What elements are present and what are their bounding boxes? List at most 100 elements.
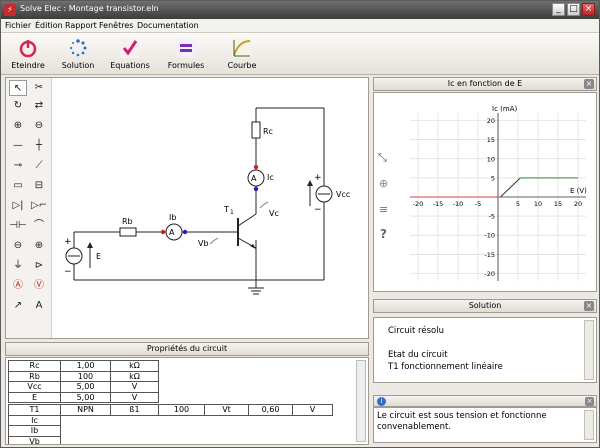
ic-vs-e-chart: -20 -15 -10 -5 5 10 15 20 20 15 10 5 -5 -10 -15 -20 Ic …	[410, 105, 587, 281]
flip-tool-icon[interactable]: ⇄	[30, 98, 48, 114]
circuit-canvas[interactable]: Rc A Ic Vc Vcc + − T 1 Rb A Ib Vb E + −	[52, 78, 368, 338]
status-message: Le circuit est sous tension et fonctionn…	[377, 411, 547, 432]
solution-header: Solution ×	[373, 299, 597, 313]
solution-line: Circuit résolu	[388, 326, 444, 336]
zoom-out-icon[interactable]: ⊖	[30, 118, 48, 134]
app-window: ⚡ Solve Elec : Montage transistor.eln _ …	[0, 0, 600, 448]
close-button[interactable]: ×	[582, 3, 595, 16]
switch-closed-icon[interactable]: ⊸	[9, 158, 27, 174]
table-row[interactable]: Rc 1,00 kΩ	[8, 360, 159, 372]
spinner-icon	[69, 39, 87, 57]
minimize-button[interactable]: _	[552, 3, 565, 16]
voltmeter-icon[interactable]: Ⓥ	[30, 278, 48, 294]
menu-fichier[interactable]: Fichier	[5, 21, 31, 30]
prop-value[interactable]: NPN	[60, 404, 111, 416]
x-tick-label: 10	[534, 200, 542, 208]
eteindre-button[interactable]: Eteindre	[3, 35, 53, 73]
prop-value[interactable]: 1,00	[60, 360, 111, 372]
ammeter-icon[interactable]: Ⓐ	[9, 278, 27, 294]
menu-bar: Fichier Édition Rapport Fenêtres Documen…	[1, 19, 599, 33]
e-plus: +	[64, 237, 72, 247]
coil-icon[interactable]: ⌒	[30, 218, 48, 234]
e-minus: −	[64, 267, 72, 277]
prop-param: ß1	[110, 404, 159, 416]
prop-value[interactable]: 5,00	[60, 391, 111, 403]
y-tick-label: -5	[489, 213, 495, 221]
menu-documentation[interactable]: Documentation	[137, 21, 199, 30]
node-tool-icon[interactable]: ┼	[30, 138, 48, 154]
graph-header: Ic en fonction de E ×	[373, 77, 597, 91]
close-solution-icon[interactable]: ×	[584, 301, 594, 311]
resistor-icon[interactable]: ▭	[9, 178, 27, 194]
vb-label: Vb	[198, 239, 209, 248]
graph-title: Ic en fonction de E	[447, 79, 523, 88]
prop-unit: kΩ	[110, 370, 159, 382]
y-tick-label: 10	[487, 155, 495, 163]
variable-resistor-icon[interactable]: ⊟	[30, 178, 48, 194]
transistor-icon[interactable]: ⊳	[30, 258, 48, 274]
zoom-in-icon[interactable]: ⊕	[9, 118, 27, 134]
title-bar: ⚡ Solve Elec : Montage transistor.eln _ …	[1, 1, 599, 19]
zener-diode-icon[interactable]: ▷⌐	[30, 198, 48, 214]
right-panels: Ic en fonction de E × ⤡ ⊕ ≡ ? -20 -15 -10-…	[373, 77, 597, 447]
formules-button[interactable]: Formules	[161, 35, 211, 73]
courbe-button[interactable]: Courbe	[217, 35, 267, 73]
rc-label: Rc	[263, 127, 273, 136]
voltage-arrow-icon[interactable]: ↗	[9, 298, 27, 314]
curve-icon	[232, 38, 252, 58]
app-logo-icon: ⚡	[4, 4, 16, 16]
message-panel: Le circuit est sous tension et fonctionn…	[373, 407, 597, 443]
solution-panel: Circuit résolu Etat du circuit T1 foncti…	[373, 317, 597, 383]
menu-edition[interactable]: Édition	[35, 21, 63, 30]
maximize-button[interactable]: □	[567, 3, 580, 16]
table-row[interactable]: Vcc 5,00 V	[8, 381, 159, 393]
voltage-source-icon[interactable]: ⊖	[9, 238, 27, 254]
add-curve-icon[interactable]: ⊕	[379, 177, 388, 190]
table-row[interactable]: Vb	[8, 435, 333, 444]
table-row[interactable]: Rb 100 kΩ	[8, 370, 159, 382]
vcc-minus: −	[314, 205, 322, 215]
close-graph-icon[interactable]: ×	[584, 79, 594, 89]
switch-open-icon[interactable]: ⟋	[30, 158, 48, 174]
e-label: E	[96, 252, 101, 261]
legend-icon[interactable]: ≡	[379, 203, 388, 216]
current-arrow-icon[interactable]: A	[30, 298, 48, 314]
circuit-panel: ↖ ✂ ↻ ⇄ ⊕ ⊖ — ┼ ⊸ ⟋ ▭ ⊟ ▷| ▷⌐ ⊣⊢ ⌒ ⊖ ⊕ ⏚…	[5, 77, 369, 339]
prop-value[interactable]: 0,60	[248, 404, 293, 416]
y-tick-label: -10	[484, 232, 495, 240]
properties-table[interactable]: Rc 1,00 kΩ Rb 100 kΩ Vcc 5,00 V E 5,00 V	[5, 357, 369, 445]
table-row[interactable]: T1 NPN ß1 100 Vt 0,60 V	[8, 404, 333, 416]
close-message-icon[interactable]: ×	[585, 397, 594, 406]
table-row[interactable]: Ic	[8, 414, 333, 426]
capacitor-icon[interactable]: ⊣⊢	[9, 218, 27, 234]
x-tick-label: 20	[574, 200, 582, 208]
wire-tool-icon[interactable]: —	[9, 138, 27, 154]
diode-icon[interactable]: ▷|	[9, 198, 27, 214]
vcc-label: Vcc	[336, 190, 350, 199]
current-source-icon[interactable]: ⊕	[30, 238, 48, 254]
solution-button[interactable]: Solution	[53, 35, 103, 73]
menu-rapport[interactable]: Rapport	[65, 21, 97, 30]
menu-fenetres[interactable]: Fenêtres	[99, 21, 133, 30]
solution-scrollbar[interactable]	[584, 320, 594, 380]
properties-scrollbar[interactable]	[356, 360, 366, 442]
help-icon[interactable]: ?	[380, 227, 387, 241]
properties-header: Propriétés du circuit	[5, 342, 369, 356]
scissors-tool-icon[interactable]: ✂	[30, 80, 48, 96]
ic-label: Ic	[267, 173, 274, 182]
axis-tool-icon[interactable]: ⤡	[378, 151, 387, 165]
ib-label: Ib	[169, 213, 176, 222]
table-row[interactable]: E 5,00 V	[8, 391, 159, 403]
table-row[interactable]: Ib	[8, 425, 333, 437]
x-tick-label: -20	[413, 200, 424, 208]
prop-value[interactable]: 100	[158, 404, 205, 416]
y-axis-label: Ic (mA)	[492, 105, 517, 113]
rotate-tool-icon[interactable]: ↻	[9, 98, 27, 114]
ground-icon[interactable]: ⏚	[9, 258, 27, 274]
prop-value[interactable]: 5,00	[60, 381, 111, 393]
equations-button[interactable]: Equations	[105, 35, 155, 73]
prop-value[interactable]: 100	[60, 370, 111, 382]
message-scrollbar[interactable]	[584, 410, 594, 440]
pointer-tool-icon[interactable]: ↖	[9, 80, 27, 96]
x-tick-label: 15	[554, 200, 562, 208]
